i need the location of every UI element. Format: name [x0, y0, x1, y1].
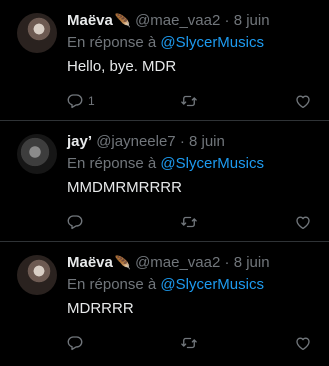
user-handle[interactable]: @jayneele7 [96, 133, 175, 150]
avatar[interactable] [17, 134, 57, 174]
reply-icon [66, 334, 84, 352]
reply-button[interactable] [66, 211, 84, 233]
like-button[interactable] [294, 90, 312, 112]
tweet-text: MMDMRMRRRR [67, 179, 182, 196]
timeline: Maëva 🪶 @mae_vaa2 · 8 juin En réponse à @S… [0, 0, 329, 366]
tweet-date[interactable]: 8 juin [234, 12, 270, 29]
display-name[interactable]: jay’ [67, 133, 92, 150]
tweet-header: Maëva 🪶 @mae_vaa2 · 8 juin [67, 11, 270, 30]
tweet-actions: 1 [66, 90, 321, 112]
reply-prefix: En réponse à [67, 155, 157, 172]
tweet-text: MDRRRR [67, 300, 134, 317]
reply-button[interactable] [66, 332, 84, 354]
user-handle[interactable]: @mae_vaa2 [135, 254, 220, 271]
feather-emoji: 🪶 [114, 13, 132, 28]
retweet-button[interactable] [180, 211, 198, 233]
like-icon [294, 213, 312, 231]
retweet-button[interactable] [180, 332, 198, 354]
display-name[interactable]: Maëva [67, 254, 113, 271]
like-button[interactable] [294, 332, 312, 354]
reply-context: En réponse à @SlycerMusics [67, 154, 264, 173]
tweet[interactable]: Maëva 🪶 @mae_vaa2 · 8 juin En réponse à @S… [0, 242, 329, 366]
retweet-icon [180, 92, 198, 110]
feather-emoji: 🪶 [114, 255, 132, 270]
like-button[interactable] [294, 211, 312, 233]
tweet-date[interactable]: 8 juin [234, 254, 270, 271]
avatar[interactable] [17, 13, 57, 53]
reply-icon [66, 213, 84, 231]
avatar[interactable] [17, 255, 57, 295]
like-icon [294, 92, 312, 110]
mention-link[interactable]: @SlycerMusics [160, 155, 264, 172]
reply-context: En réponse à @SlycerMusics [67, 275, 264, 294]
retweet-icon [180, 213, 198, 231]
tweet[interactable]: jay’ @jayneele7 · 8 juin En réponse à @S… [0, 121, 329, 242]
reply-icon [66, 92, 84, 110]
reply-context: En réponse à @SlycerMusics [67, 33, 264, 52]
tweet-header: Maëva 🪶 @mae_vaa2 · 8 juin [67, 253, 270, 272]
separator: · [224, 12, 230, 29]
mention-link[interactable]: @SlycerMusics [160, 34, 264, 51]
display-name[interactable]: Maëva [67, 12, 113, 29]
separator: · [224, 254, 230, 271]
mention-link[interactable]: @SlycerMusics [160, 276, 264, 293]
user-handle[interactable]: @mae_vaa2 [135, 12, 220, 29]
reply-count: 1 [88, 94, 95, 108]
tweet[interactable]: Maëva 🪶 @mae_vaa2 · 8 juin En réponse à @S… [0, 0, 329, 121]
tweet-text: Hello, bye. MDR [67, 58, 177, 75]
separator: · [179, 133, 185, 150]
reply-button[interactable]: 1 [66, 90, 95, 112]
tweet-date[interactable]: 8 juin [189, 133, 225, 150]
reply-prefix: En réponse à [67, 34, 157, 51]
tweet-actions [66, 211, 321, 233]
like-icon [294, 334, 312, 352]
retweet-button[interactable] [180, 90, 198, 112]
retweet-icon [180, 334, 198, 352]
tweet-header: jay’ @jayneele7 · 8 juin [67, 132, 225, 151]
tweet-actions [66, 332, 321, 354]
reply-prefix: En réponse à [67, 276, 157, 293]
